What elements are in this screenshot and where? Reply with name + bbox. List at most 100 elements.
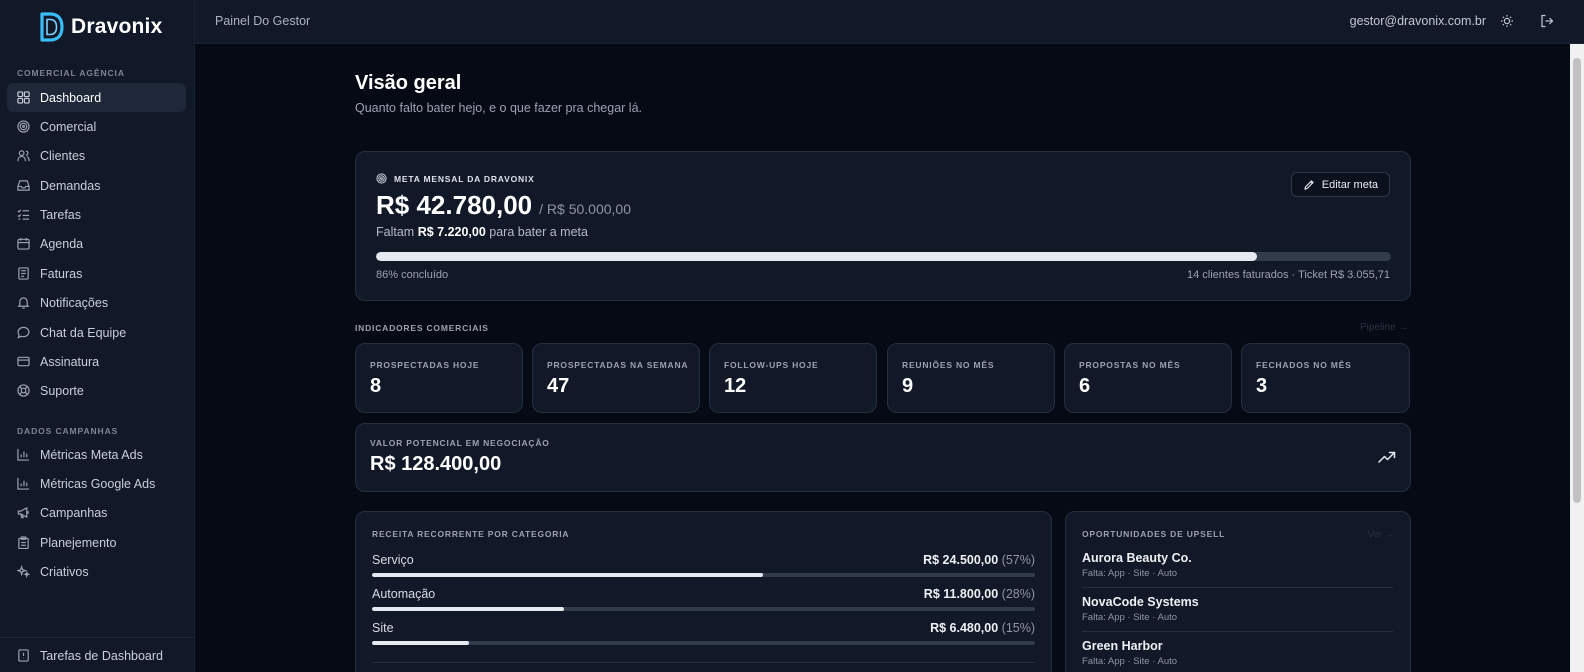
sidebar-footer: [0, 637, 195, 638]
sidebar-item-faturas[interactable]: Faturas: [7, 259, 186, 288]
kpi-card-fechados-mes: FECHADOS NO MÊS 3: [1241, 343, 1410, 413]
sidebar-item-label: Planejemento: [40, 535, 117, 550]
upsell-item[interactable]: Green Harbor Falta: App · Site · Auto: [1082, 639, 1393, 667]
sidebar-item-agenda[interactable]: Agenda: [7, 229, 186, 258]
divider: [1082, 631, 1393, 632]
revenue-bar-fill: [372, 607, 565, 611]
revenue-percent: (15%): [1001, 621, 1035, 635]
kpi-label: PROSPECTADAS HOJE: [370, 360, 480, 370]
sidebar-item-criativos[interactable]: Criativos: [7, 557, 186, 586]
upsell-client-name: NovaCode Systems: [1082, 595, 1199, 609]
lifebuoy-icon: [17, 384, 30, 397]
revenue-bar: [372, 641, 1035, 645]
upsell-missing: Falta: App · Site · Auto: [1082, 568, 1178, 579]
sidebar-item-suporte[interactable]: Suporte: [7, 376, 186, 405]
page-title: Visão geral: [355, 72, 462, 94]
target-icon: [376, 173, 387, 184]
goal-footer-stats: 14 clientes faturados · Ticket R$ 3.055,…: [1186, 269, 1390, 281]
goal-target-amount: / R$ 50.000,00: [539, 201, 631, 217]
inbox-icon: [17, 180, 30, 191]
sidebar-item-campanhas[interactable]: Campanhas: [7, 498, 186, 527]
sparkles-icon: [17, 565, 30, 578]
sidebar-item-label: Chat da Equipe: [40, 325, 127, 340]
scrollbar-thumb[interactable]: [1573, 58, 1581, 503]
pipeline-link[interactable]: Pipeline →: [1360, 322, 1408, 333]
user-email[interactable]: gestor@dravonix.com.br: [1350, 14, 1486, 28]
upsell-missing: Falta: App · Site · Auto: [1082, 656, 1178, 667]
top-bar-title: Painel Do Gestor: [215, 14, 311, 28]
sidebar-item-label: Dashboard: [40, 90, 102, 105]
goal-progress-text: 86% concluído: [376, 269, 449, 281]
upsell-opportunities-card: OPORTUNIDADES DE UPSELL Ver → Aurora Bea…: [1065, 511, 1411, 672]
sidebar-item-planejemento[interactable]: Planejemento: [7, 528, 186, 557]
sidebar-item-label: Métricas Google Ads: [40, 476, 156, 491]
edit-goal-label: Editar meta: [1321, 178, 1378, 191]
kpi-card-followups-hoje: FOLLOW-UPS HOJE 12: [709, 343, 877, 413]
sidebar-item-assinatura[interactable]: Assinatura: [7, 347, 186, 376]
kpi-value: 9: [902, 375, 914, 397]
upsell-item[interactable]: NovaCode Systems Falta: App · Site · Aut…: [1082, 595, 1393, 623]
revenue-bar-fill: [372, 641, 469, 645]
monthly-goal-card: META MENSAL DA DRAVONIX R$ 42.780,00 / R…: [355, 151, 1411, 301]
sidebar-item-clientes[interactable]: Clientes: [7, 141, 186, 170]
upsell-view-link[interactable]: Ver →: [1368, 529, 1394, 540]
calendar-icon: [17, 237, 30, 250]
goal-current-amount: R$ 42.780,00: [376, 190, 533, 220]
sidebar-section-dados: DADOS CAMPANHAS: [17, 426, 119, 436]
sidebar: Dravonix COMERCIAL AGÊNCIA Dashboard Com…: [0, 0, 195, 672]
revenue-category: Serviço: [372, 553, 414, 567]
upsell-client-name: Green Harbor: [1082, 639, 1163, 653]
revenue-title: RECEITA RECORRENTE POR CATEGORIA: [372, 529, 570, 539]
kpi-label: FECHADOS NO MÊS: [1256, 360, 1352, 370]
pencil-icon: [1304, 179, 1314, 190]
indicators-title: INDICADORES COMERCIAIS: [355, 323, 489, 333]
missing-value: R$ 7.220,00: [417, 225, 486, 239]
sidebar-item-chat-equipe[interactable]: Chat da Equipe: [7, 318, 186, 347]
sidebar-item-comercial[interactable]: Comercial: [7, 112, 186, 141]
missing-suffix: para bater a meta: [489, 225, 588, 239]
sidebar-item-label: Suporte: [40, 383, 84, 398]
revenue-percent: (28%): [1001, 587, 1035, 601]
goal-missing-text: Faltam R$ 7.220,00 para bater a meta: [376, 225, 588, 239]
revenue-value: R$ 24.500,00 (57%): [923, 553, 1035, 567]
upsell-item[interactable]: Aurora Beauty Co. Falta: App · Site · Au…: [1082, 551, 1393, 579]
revenue-value: R$ 6.480,00 (15%): [930, 621, 1035, 635]
chat-icon: [17, 326, 30, 339]
logout-icon[interactable]: [1540, 14, 1554, 28]
kpi-value: 3: [1256, 375, 1268, 397]
sidebar-item-label: Assinatura: [40, 354, 100, 369]
page-scrollbar[interactable]: [1570, 44, 1584, 672]
missing-prefix: Faltam: [376, 225, 415, 239]
edit-goal-button[interactable]: Editar meta: [1290, 172, 1390, 197]
sun-icon[interactable]: [1500, 14, 1514, 28]
sidebar-item-metricas-google-ads[interactable]: Métricas Google Ads: [7, 469, 186, 498]
revenue-bar: [372, 607, 1035, 611]
receipt-icon: [18, 267, 29, 280]
brand-logo[interactable]: Dravonix: [37, 10, 162, 44]
sidebar-item-notificacoes[interactable]: Notificações: [7, 288, 186, 317]
revenue-percent: (57%): [1001, 553, 1035, 567]
divider: [1082, 587, 1393, 588]
kpi-label: REUNIÕES NO MÊS: [902, 360, 995, 370]
sidebar-item-dashboard[interactable]: Dashboard: [7, 83, 186, 112]
kpi-value: 47: [547, 375, 570, 397]
sidebar-item-demandas[interactable]: Demandas: [7, 171, 186, 200]
kpi-label: PROSPECTADAS NA SEMANA: [547, 360, 689, 370]
trending-up-icon: [1378, 451, 1396, 463]
sidebar-item-metricas-meta-ads[interactable]: Métricas Meta Ads: [7, 440, 186, 469]
sidebar-item-label: Campanhas: [40, 505, 108, 520]
potential-value-label: VALOR POTENCIAL EM NEGOCIAÇÃO: [370, 438, 550, 448]
sidebar-item-label: Comercial: [40, 119, 97, 134]
kpi-label: PROPOSTAS NO MÊS: [1079, 360, 1181, 370]
revenue-category: Site: [372, 621, 394, 635]
sidebar-item-tarefas-dashboard[interactable]: Tarefas de Dashboard: [7, 641, 186, 670]
kpi-card-prospectadas-hoje: PROSPECTADAS HOJE 8: [355, 343, 523, 413]
sidebar-item-tarefas[interactable]: Tarefas: [7, 200, 186, 229]
sidebar-item-label: Notificações: [40, 295, 109, 310]
kpi-value: 12: [724, 375, 747, 397]
monthly-goal-label: META MENSAL DA DRAVONIX: [376, 173, 535, 184]
sidebar-section-comercial: COMERCIAL AGÊNCIA: [17, 68, 125, 78]
sidebar-item-label: Métricas Meta Ads: [40, 447, 143, 462]
kpi-label: FOLLOW-UPS HOJE: [724, 360, 819, 370]
sidebar-item-label: Tarefas de Dashboard: [40, 648, 163, 663]
